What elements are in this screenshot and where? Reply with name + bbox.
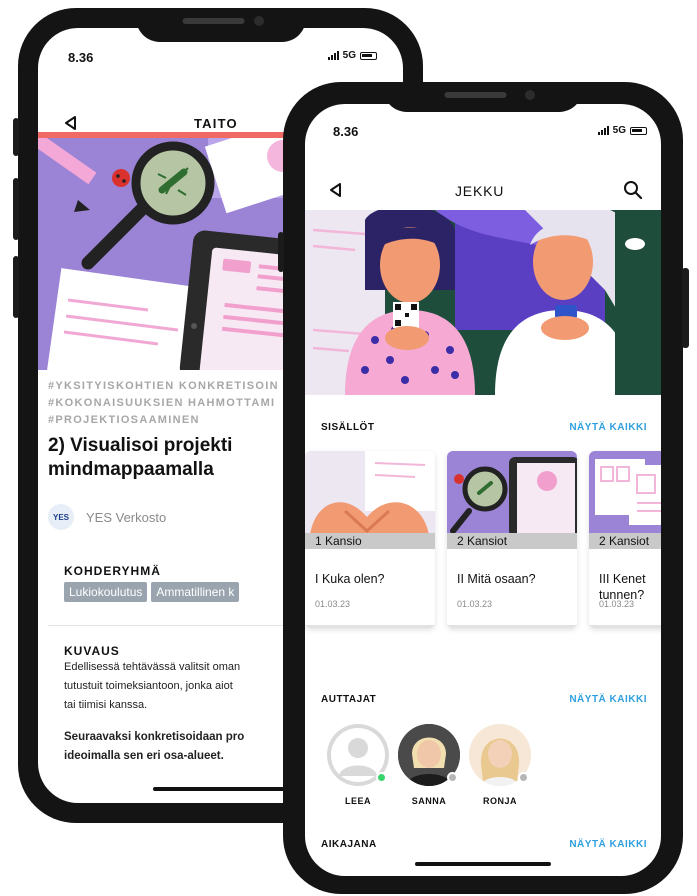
card-underline (589, 625, 661, 628)
helper-item[interactable]: SANNA (398, 724, 460, 806)
online-status-dot (376, 772, 387, 783)
article-title: 2) Visualisoi projekti mindmappaamalla (48, 434, 232, 482)
helpers-show-all-link[interactable]: NÄYTÄ KAIKKI (569, 694, 647, 705)
description-text: Edellisessä tehtävässä valitsit oman tut… (64, 658, 240, 715)
timeline-show-all-link[interactable]: NÄYTÄ KAIKKI (569, 839, 647, 850)
description-bold-line: Seuraavaksi konkretisoidaan pro (64, 731, 245, 743)
status-time: 8.36 (68, 50, 94, 65)
card-underline (447, 625, 577, 628)
contents-carousel[interactable]: 1 Kansio I Kuka olen? 01.03.23 2 Kansiot… (305, 451, 661, 628)
mute-switch (278, 232, 284, 272)
offline-status-dot (518, 772, 529, 783)
page-title: JEKKU (455, 183, 505, 199)
helper-name: LEEA (344, 796, 371, 806)
card-title-line: III Kenet (599, 572, 646, 586)
card-title: II Mitä osaan? (457, 571, 536, 587)
back-arrow-icon[interactable] (327, 181, 345, 199)
card-title-line: I Kuka olen? (315, 572, 385, 586)
target-group-chips: Lukiokoulutus Ammatillinen k (64, 582, 240, 602)
page-title: TAITO (194, 116, 238, 131)
target-group-label: KOHDERYHMÄ (64, 564, 161, 578)
helpers-label: AUTTAJAT (321, 694, 377, 705)
offline-status-dot (447, 772, 458, 783)
helper-name: SANNA (411, 796, 447, 806)
title-line: mindmappaamalla (48, 459, 214, 480)
helpers-section-header: AUTTAJAT NÄYTÄ KAIKKI (321, 694, 647, 705)
timeline-label: AIKAJANA (321, 839, 377, 850)
card-title: I Kuka olen? (315, 571, 385, 587)
front-phone-screen: 8.36 5G JEKKU SISÄLLÖT NÄYTÄ KAIKKI 1 Ka… (305, 104, 661, 876)
card-date: 01.03.23 (457, 599, 493, 609)
contents-label: SISÄLLÖT (321, 422, 375, 433)
tag[interactable]: #KOKONAISUUKSIEN HAHMOTTAMI (48, 395, 279, 412)
helper-name: RONJA (482, 796, 517, 806)
network-label: 5G (342, 50, 356, 61)
tag[interactable]: #PROJEKTIOSAAMINEN (48, 412, 279, 429)
card-date: 01.03.23 (599, 599, 635, 609)
timeline-section-header: AIKAJANA NÄYTÄ KAIKKI (321, 839, 647, 850)
skill-tags: #YKSITYISKOHTIEN KONKRETISOIN #KOKONAISU… (48, 378, 279, 429)
front-phone-frame: 8.36 5G JEKKU SISÄLLÖT NÄYTÄ KAIKKI 1 Ka… (278, 82, 689, 894)
author-row[interactable]: YES YES Verkosto (48, 504, 166, 530)
description-bold-text: Seuraavaksi konkretisoidaan pro ideoimal… (64, 728, 244, 766)
description-line: Edellisessä tehtävässä valitsit oman (64, 661, 241, 673)
card-date: 01.03.23 (315, 599, 351, 609)
contents-show-all-link[interactable]: NÄYTÄ KAIKKI (569, 422, 647, 433)
helpers-list: LEEA SANNA RONJA (327, 724, 531, 806)
signal-icon (327, 51, 339, 60)
home-indicator[interactable] (415, 862, 551, 866)
author-name: YES Verkosto (86, 509, 167, 525)
card-folder-count: 2 Kansiot (589, 533, 661, 549)
card-thumbnail (447, 451, 577, 535)
description-bold-line: ideoimalla sen eri osa-alueet. (64, 750, 224, 762)
card-thumbnail (305, 451, 435, 535)
card-underline (305, 625, 435, 628)
title-line: 2) Visualisoi projekti (48, 435, 233, 456)
card-thumbnail (589, 451, 661, 535)
status-signal: 5G (327, 50, 377, 61)
status-time: 8.36 (333, 124, 359, 139)
content-card[interactable]: 2 Kansiot II Mitä osaan? 01.03.23 (447, 451, 577, 628)
description-label: KUVAUS (64, 644, 120, 658)
volume-down-button (13, 256, 19, 318)
back-arrow-icon[interactable] (62, 114, 80, 132)
tag[interactable]: #YKSITYISKOHTIEN KONKRETISOIN (48, 378, 279, 395)
status-signal: 5G (597, 125, 647, 136)
search-icon[interactable] (623, 180, 643, 200)
content-card[interactable]: 1 Kansio I Kuka olen? 01.03.23 (305, 451, 435, 628)
home-indicator[interactable] (152, 787, 289, 791)
battery-icon (630, 126, 647, 135)
signal-icon (597, 126, 609, 135)
description-line: tai tiimisi kanssa. (64, 699, 148, 711)
description-line: tutustuit toimeksiantoon, jonka aiot (64, 680, 233, 692)
notch (383, 82, 583, 112)
card-title-line: II Mitä osaan? (457, 572, 536, 586)
card-folder-count: 2 Kansiot (447, 533, 577, 549)
network-label: 5G (612, 125, 626, 136)
power-button (682, 268, 689, 348)
chip[interactable]: Lukiokoulutus (64, 582, 148, 602)
contents-section-header: SISÄLLÖT NÄYTÄ KAIKKI (321, 422, 647, 433)
mute-switch (13, 118, 19, 156)
card-folder-count: 1 Kansio (305, 533, 435, 549)
helper-item[interactable]: RONJA (469, 724, 531, 806)
battery-icon (360, 51, 377, 60)
helper-item[interactable]: LEEA (327, 724, 389, 806)
volume-up-button (13, 178, 19, 240)
yes-logo: YES (48, 504, 74, 530)
hero-illustration (305, 210, 661, 395)
chip[interactable]: Ammatillinen k (151, 582, 240, 602)
notch (135, 8, 306, 42)
content-card[interactable]: 2 Kansiot III Kenet tunnen? 01.03.23 (589, 451, 661, 628)
